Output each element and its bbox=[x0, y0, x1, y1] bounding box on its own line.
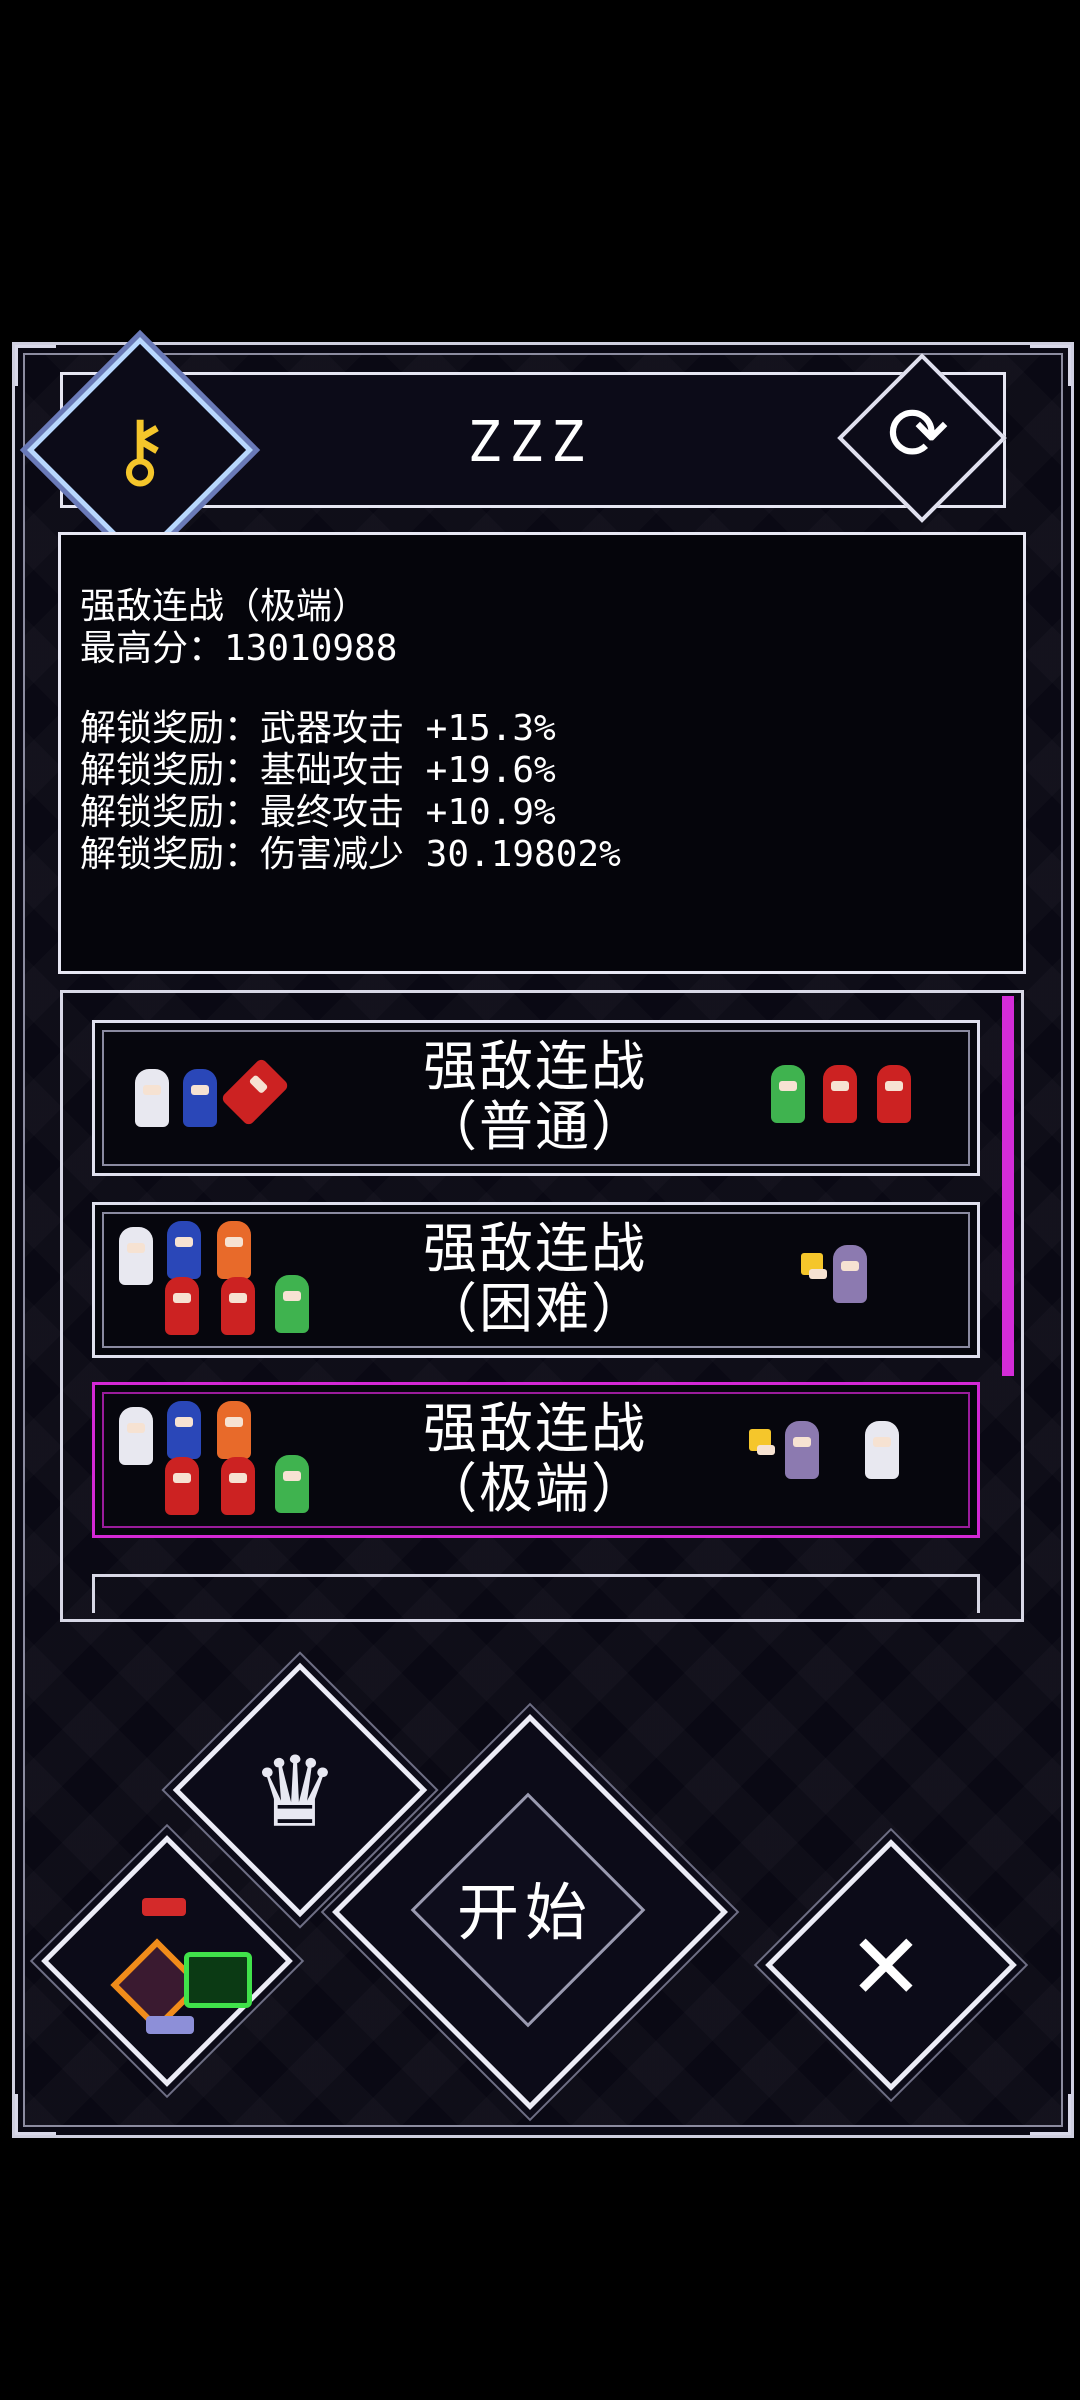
staff-sprite bbox=[749, 1429, 775, 1455]
enemy-sprite bbox=[877, 1065, 911, 1123]
enemy-sprite bbox=[823, 1065, 857, 1123]
ally-sprite bbox=[165, 1457, 199, 1515]
crossed-swords-icon[interactable]: ✕ bbox=[786, 1860, 986, 2060]
info-reward-final-attack: 解锁奖励：最终攻击 +10.9% bbox=[80, 792, 556, 833]
mode-item-extreme[interactable]: 强敌连战 （极端） bbox=[92, 1382, 980, 1538]
ally-sprite bbox=[165, 1277, 199, 1335]
ally-sprite bbox=[119, 1227, 153, 1285]
enemy-sprite bbox=[833, 1245, 867, 1303]
refresh-icon[interactable]: ⟳ bbox=[850, 366, 986, 502]
mode-label: 强敌连战 （困难） bbox=[395, 1219, 675, 1339]
ally-sprite bbox=[275, 1275, 309, 1333]
mode-label-line1: 强敌连战 bbox=[423, 1035, 647, 1098]
panel-corner-ornament bbox=[15, 2094, 56, 2135]
enemy-sprite bbox=[771, 1065, 805, 1123]
mode-label: 强敌连战 （普通） bbox=[395, 1037, 675, 1157]
enemy-sprite bbox=[865, 1421, 899, 1479]
ally-sprite bbox=[135, 1069, 169, 1127]
mode-label-line2: （普通） bbox=[423, 1095, 647, 1158]
mode-label-line2: （极端） bbox=[423, 1457, 647, 1520]
ally-sprite bbox=[119, 1407, 153, 1465]
blue-gun-icon bbox=[146, 2016, 194, 2034]
mode-label-line1: 强敌连战 bbox=[423, 1397, 647, 1460]
start-button[interactable]: 开始 bbox=[395, 1862, 655, 1952]
key-icon[interactable]: ⚷ bbox=[60, 370, 220, 530]
panel-corner-ornament bbox=[1030, 345, 1071, 386]
mode-label: 强敌连战 （极端） bbox=[395, 1399, 675, 1519]
info-reward-weapon-attack: 解锁奖励：武器攻击 +15.3% bbox=[80, 708, 556, 749]
panel-corner-ornament bbox=[1030, 2094, 1071, 2135]
ally-sprite bbox=[217, 1221, 251, 1279]
mode-item-partial[interactable] bbox=[92, 1574, 980, 1613]
ally-sprite bbox=[221, 1457, 255, 1515]
info-high-score: 最高分：13010988 bbox=[80, 628, 398, 669]
player-name-title: ZZZ bbox=[467, 410, 593, 475]
enemy-sprite bbox=[785, 1421, 819, 1479]
ally-sprite bbox=[221, 1277, 255, 1335]
red-gun-icon bbox=[142, 1898, 186, 1916]
mode-item-hard[interactable]: 强敌连战 （困难） bbox=[92, 1202, 980, 1358]
staff-sprite bbox=[801, 1253, 827, 1279]
ally-sprite bbox=[183, 1069, 217, 1127]
ally-sprite bbox=[167, 1221, 201, 1279]
info-mode-name: 强敌连战（极端） bbox=[80, 586, 369, 627]
panel-corner-ornament bbox=[15, 345, 56, 386]
ally-sprite bbox=[275, 1455, 309, 1513]
equipment-icon[interactable] bbox=[70, 1860, 260, 2050]
card-sprite bbox=[220, 1057, 290, 1127]
mode-label-line1: 强敌连战 bbox=[423, 1217, 647, 1280]
ally-sprite bbox=[167, 1401, 201, 1459]
crown-icon[interactable]: ♛ bbox=[190, 1680, 400, 1890]
mode-item-normal[interactable]: 强敌连战 （普通） bbox=[92, 1020, 980, 1176]
ally-sprite bbox=[217, 1401, 251, 1459]
mode-label-line2: （困难） bbox=[423, 1277, 647, 1340]
mode-list-scrollbar[interactable] bbox=[1002, 996, 1014, 1376]
green-chip-icon bbox=[184, 1952, 252, 2008]
info-reward-damage-reduction: 解锁奖励：伤害减少 30.19802% bbox=[80, 834, 621, 875]
info-reward-base-attack: 解锁奖励：基础攻击 +19.6% bbox=[80, 750, 556, 791]
